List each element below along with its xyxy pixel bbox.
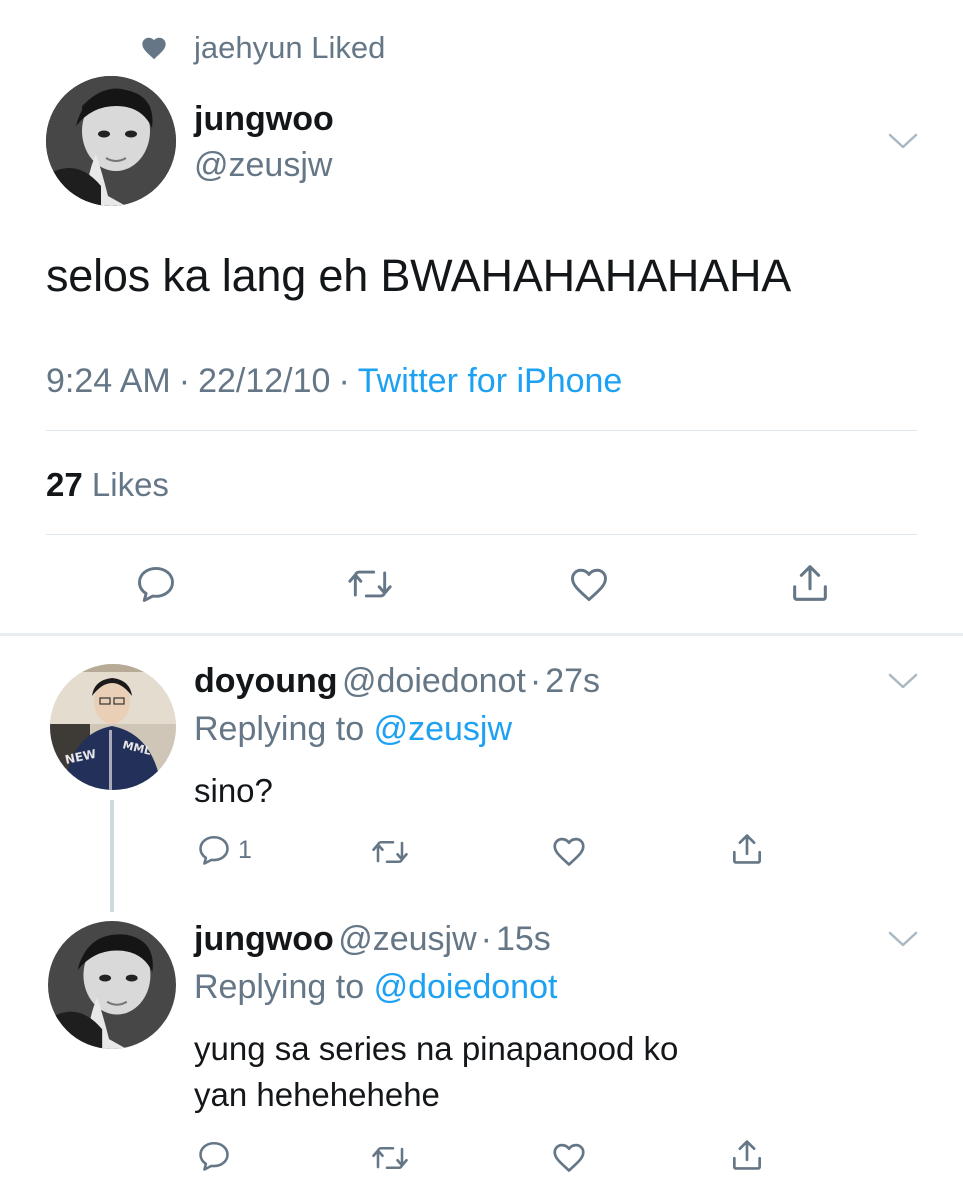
tweet-text: selos ka lang eh BWAHAHAHAHAHA — [46, 250, 792, 301]
chevron-down-icon[interactable] — [888, 930, 918, 948]
share-icon[interactable] — [787, 560, 833, 606]
reply-icon[interactable] — [196, 1138, 232, 1174]
thread-connector — [110, 800, 114, 912]
retweet-icon[interactable] — [370, 1140, 410, 1176]
retweet-icon[interactable] — [370, 834, 410, 870]
reply-time[interactable]: 15s — [496, 920, 551, 958]
reply-action[interactable]: 1 — [196, 832, 252, 868]
replying-to: Replying to @doiedonot — [194, 968, 557, 1007]
reply-separator: · — [480, 920, 492, 958]
reply-time[interactable]: 27s — [545, 662, 600, 700]
avatar[interactable] — [46, 76, 176, 206]
reply-author-name[interactable]: jungwoo — [194, 920, 334, 958]
likes-stat[interactable]: 27 Likes — [46, 466, 169, 504]
heart-icon — [142, 37, 166, 60]
reply-text-line: yung sa series na pinapanood ko — [194, 1030, 679, 1067]
replying-to-handle-link[interactable]: @doiedonot — [374, 968, 558, 1006]
author-handle[interactable]: @zeusjw — [194, 146, 332, 185]
retweet-icon[interactable] — [346, 562, 394, 606]
reply-author-handle[interactable]: @zeusjw — [338, 920, 476, 958]
tweet-meta: 9:24 AM · 22/12/10 · Twitter for iPhone — [46, 362, 622, 401]
chevron-down-icon[interactable] — [888, 672, 918, 690]
share-icon[interactable] — [728, 830, 766, 868]
reply-header: doyoung @doiedonot · 27s — [194, 662, 600, 701]
likes-label: Likes — [91, 466, 169, 503]
section-divider — [0, 633, 963, 636]
reply-author-handle[interactable]: @doiedonot — [342, 662, 526, 700]
reply-text-line: yan hehehehehe — [194, 1076, 440, 1113]
chevron-down-icon[interactable] — [888, 132, 918, 150]
reply-icon[interactable] — [134, 562, 178, 606]
meta-separator: · — [178, 362, 191, 400]
replying-to-label: Replying to — [194, 968, 365, 1006]
like-icon[interactable] — [566, 562, 612, 606]
replying-to: Replying to @zeusjw — [194, 710, 512, 749]
replying-to-label: Replying to — [194, 710, 365, 748]
social-context-text: jaehyun Liked — [194, 30, 386, 65]
tweet-time: 9:24 AM — [46, 362, 171, 400]
avatar[interactable] — [48, 921, 176, 1049]
like-icon[interactable] — [550, 1138, 588, 1176]
replying-to-handle-link[interactable]: @zeusjw — [374, 710, 512, 748]
reply-separator: · — [529, 662, 542, 700]
reply-text: yung sa series na pinapanood ko yan hehe… — [194, 1026, 678, 1118]
divider — [46, 430, 917, 431]
reply-header: jungwoo @zeusjw · 15s — [194, 920, 551, 959]
divider — [46, 534, 917, 535]
social-context: jaehyun Liked — [140, 28, 385, 68]
reply-author-name[interactable]: doyoung — [194, 662, 338, 700]
tweet-date: 22/12/10 — [198, 362, 331, 400]
meta-separator: · — [338, 362, 350, 400]
avatar[interactable]: NEW MML — [50, 664, 176, 790]
reply-text: sino? — [194, 772, 273, 809]
tweet-source-link[interactable]: Twitter for iPhone — [358, 362, 623, 400]
reply-count: 1 — [238, 835, 252, 864]
like-icon[interactable] — [550, 832, 588, 870]
likes-count: 27 — [46, 466, 83, 503]
reply-icon[interactable] — [196, 832, 232, 868]
author-name[interactable]: jungwoo — [194, 100, 334, 139]
share-icon[interactable] — [728, 1136, 766, 1174]
